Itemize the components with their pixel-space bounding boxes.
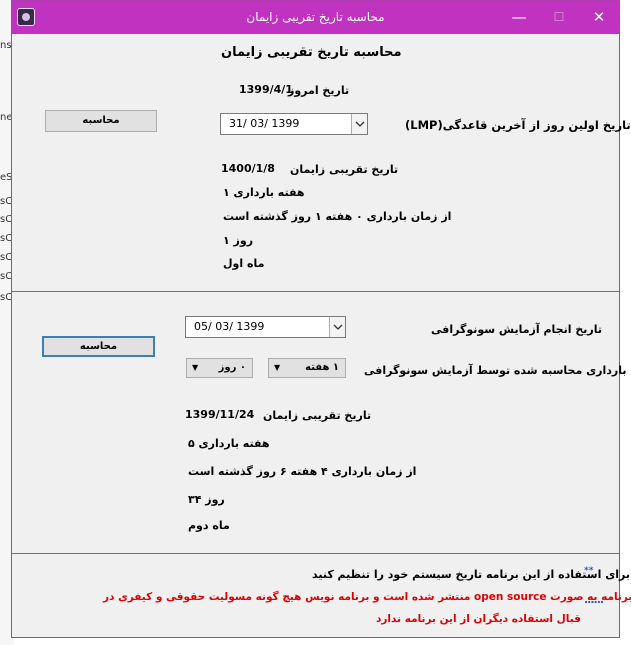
weeks-select[interactable]: ▼ ۱ هفته xyxy=(268,358,346,378)
minimize-button[interactable]: — xyxy=(499,1,539,34)
lmp-label: تاریخ اولین روز از آخرین قاعدگی(LMP) xyxy=(405,118,631,132)
lmp-date-value: 31/ 03/ 1399 xyxy=(229,117,300,130)
pregnancy-week: هفته بارداری ۱ xyxy=(223,186,305,199)
app-window: محاسبه تاریخ تقریبی زایمان — ☐ ✕ محاسبه … xyxy=(11,0,631,638)
today-value: 1399/4/1 xyxy=(239,83,293,96)
maximize-button[interactable]: ☐ xyxy=(539,1,579,34)
system-date-note: برای استفاده از این برنامه تاریخ سیستم خ… xyxy=(312,568,631,581)
gestational-age-label: سن بارداری محاسبه شده توسط آزمایش سونوگر… xyxy=(364,364,631,377)
sonography-date-label: تاریخ انجام آزمایش سونوگرافی xyxy=(431,323,602,336)
pregnancy-day-2: روز ۳۴ xyxy=(188,493,225,506)
title-bar[interactable]: محاسبه تاریخ تقریبی زایمان — ☐ ✕ xyxy=(12,1,619,34)
section-divider-2 xyxy=(12,553,619,554)
pregnancy-week-2: هفته بارداری ۵ xyxy=(188,437,270,450)
calculate-button-2[interactable]: محاسبه xyxy=(42,336,155,357)
background-text-fragment: ns xyxy=(0,40,12,51)
sonography-date-picker[interactable]: 05/ 03/ 1399 xyxy=(185,316,346,338)
days-select[interactable]: ▼ ۰ روز xyxy=(186,358,253,378)
section-divider xyxy=(12,291,619,292)
calculate-button[interactable]: محاسبه xyxy=(45,110,157,132)
chevron-down-icon: ▼ xyxy=(274,363,281,372)
due-date-label: تاریخ تقریبی زایمان xyxy=(290,163,399,176)
pregnancy-month-2: ماه دوم xyxy=(188,519,230,532)
disclaimer-line-1: این برنامه به صورت open source منتشر شده… xyxy=(103,591,631,603)
chevron-down-icon: ▼ xyxy=(192,363,199,372)
chevron-down-icon[interactable] xyxy=(329,317,345,337)
page-heading: محاسبه تاریخ تقریبی زایمان xyxy=(221,45,402,60)
due-date-value-2: 1399/11/24 xyxy=(185,408,255,421)
elapsed-time: از زمان بارداری ۰ هفته ۱ روز گذشته است xyxy=(223,210,452,223)
days-select-value: ۰ روز xyxy=(218,362,246,373)
elapsed-time-2: از زمان بارداری ۴ هفته ۶ روز گذشته است xyxy=(188,465,417,478)
chevron-down-icon[interactable] xyxy=(351,114,367,134)
close-button[interactable]: ✕ xyxy=(579,1,619,34)
weeks-select-value: ۱ هفته xyxy=(305,362,339,373)
lmp-date-picker[interactable]: 31/ 03/ 1399 xyxy=(220,113,368,135)
sonography-date-value: 05/ 03/ 1399 xyxy=(194,320,265,333)
due-date-label-2: تاریخ تقریبی زایمان xyxy=(263,409,372,422)
disclaimer-line-2: قبال استفاده دیگران از این برنامه ندارد xyxy=(376,613,581,625)
due-date-value: 1400/1/8 xyxy=(221,162,275,175)
pregnancy-month: ماه اول xyxy=(223,257,265,270)
pregnancy-day: روز ۱ xyxy=(223,234,254,247)
today-label: تاریخ امروز xyxy=(288,84,350,97)
